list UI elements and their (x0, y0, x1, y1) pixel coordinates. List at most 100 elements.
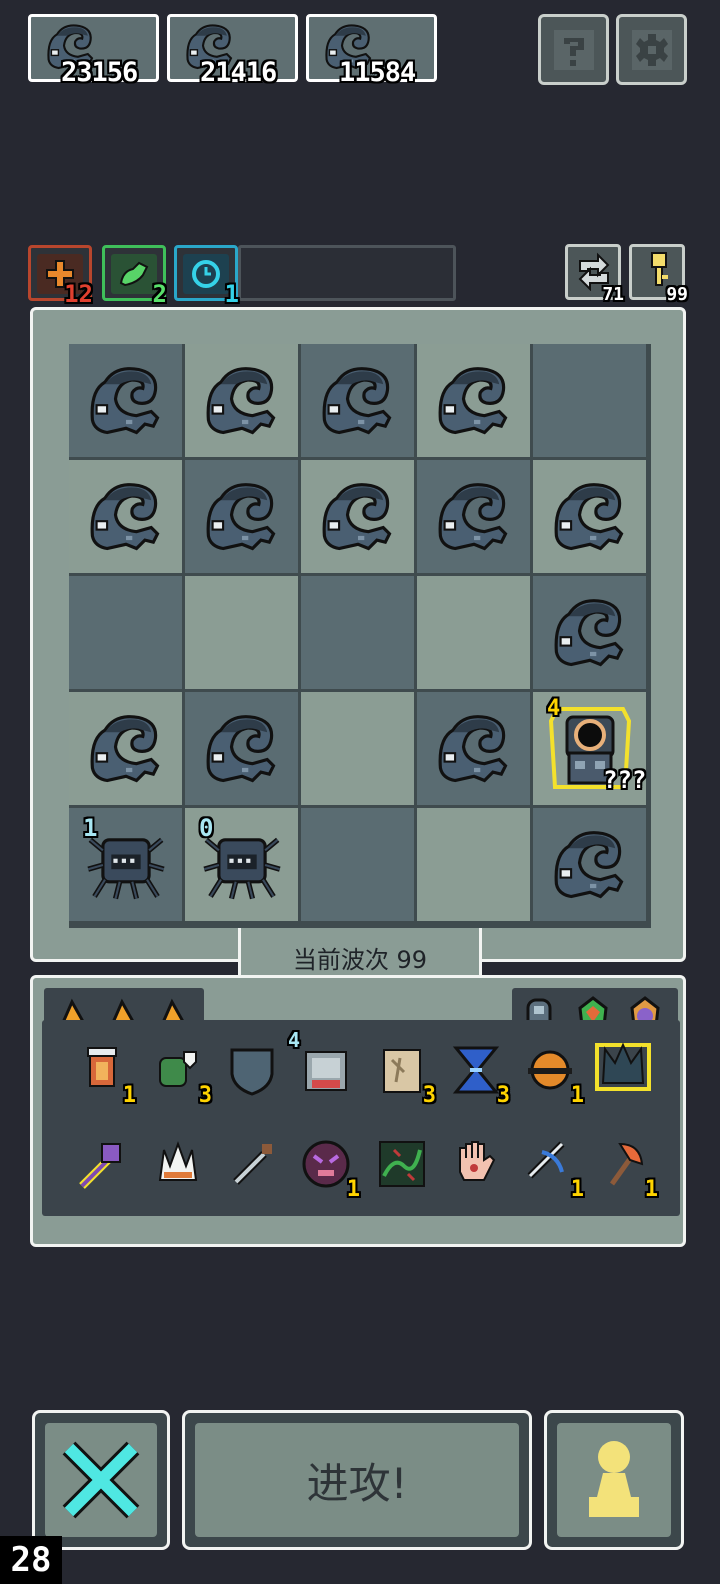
item-badge: 4 (288, 1028, 301, 1052)
item-claw[interactable] (146, 1132, 210, 1196)
inventory-items: 1 3 4 3 3 1 1 1 1 (42, 1020, 680, 1216)
board-cell[interactable] (301, 808, 414, 921)
item-vine[interactable] (370, 1132, 434, 1196)
board-cell[interactable] (185, 344, 298, 457)
goblin-icon (159, 1051, 197, 1087)
blob-enemy-icon (322, 366, 391, 434)
board-cell[interactable] (69, 344, 182, 457)
resource-card-1: 23156 (28, 14, 159, 88)
lantern-icon (87, 1047, 117, 1087)
key-counter[interactable]: 99 (629, 244, 688, 305)
board-cell[interactable] (417, 576, 530, 689)
sword-icon (233, 1144, 272, 1185)
cancel-button[interactable] (32, 1410, 170, 1550)
board-cell[interactable] (417, 692, 530, 805)
item-shield[interactable] (220, 1038, 284, 1102)
board-cell[interactable]: 0 (185, 808, 298, 921)
hero-button[interactable] (544, 1410, 684, 1550)
board-cell[interactable] (301, 576, 414, 689)
item-hourglass[interactable]: 3 (444, 1038, 510, 1108)
board-cell[interactable] (533, 460, 646, 573)
hourglass-icon (452, 1046, 500, 1094)
board-cell[interactable] (185, 460, 298, 573)
board-cell[interactable] (185, 692, 298, 805)
board-cell[interactable] (301, 344, 414, 457)
shield-icon (230, 1048, 274, 1096)
leaf-icon (111, 254, 157, 294)
blob-enemy-icon (206, 482, 275, 550)
item-crown[interactable] (590, 1034, 656, 1100)
blob-enemy-icon (438, 714, 507, 782)
item-count: 1 (122, 1083, 136, 1108)
resource-count: 11584 (339, 57, 416, 88)
board-cell[interactable] (533, 344, 646, 457)
buff-count: 1 (224, 280, 239, 308)
board-grid: 4 ??? 1 0 (69, 344, 651, 928)
buff-attack[interactable]: 12 (28, 245, 93, 308)
staff-icon (79, 1143, 121, 1189)
board-cell[interactable] (301, 460, 414, 573)
axe-icon (609, 1142, 644, 1186)
gate-icon (305, 1051, 347, 1091)
scroll-icon (383, 1049, 421, 1093)
board-cell[interactable]: 1 (69, 808, 182, 921)
item-axe[interactable]: 1 (592, 1132, 658, 1202)
board-cell[interactable] (185, 576, 298, 689)
item-crossbow[interactable]: 1 (518, 1132, 584, 1202)
claw-icon (158, 1141, 198, 1181)
settings-button[interactable] (616, 14, 687, 85)
blob-enemy-icon (554, 830, 623, 898)
blob-enemy-icon (438, 482, 507, 550)
orb-icon (528, 1050, 572, 1090)
board-cell[interactable] (301, 692, 414, 805)
hero-button-face (557, 1423, 671, 1537)
item-goblin[interactable]: 3 (146, 1038, 212, 1108)
board-cell[interactable] (417, 808, 530, 921)
blob-enemy-icon (206, 714, 275, 782)
item-gate[interactable]: 4 (288, 1028, 358, 1102)
board-cell[interactable] (417, 344, 530, 457)
cross-swords-icon (62, 1441, 140, 1519)
board-cell[interactable] (69, 576, 182, 689)
help-button[interactable] (538, 14, 609, 85)
item-scroll[interactable]: 3 (370, 1038, 436, 1108)
item-sword[interactable] (220, 1132, 284, 1196)
resource-card-2: 21416 (167, 14, 298, 88)
pawn-icon (589, 1441, 639, 1517)
question-icon (553, 29, 594, 70)
buff-track (238, 245, 456, 301)
item-count: 1 (570, 1177, 584, 1202)
item-orb[interactable]: 1 (518, 1038, 584, 1108)
refresh-counter[interactable]: 71 (565, 244, 624, 305)
attack-button[interactable]: 进攻! (182, 1410, 532, 1550)
board-cell[interactable] (69, 460, 182, 573)
fps-counter: 28 (0, 1536, 62, 1584)
item-staff[interactable] (70, 1132, 134, 1196)
blob-enemy-icon (90, 366, 159, 434)
refresh-count: 71 (602, 284, 624, 305)
buff-heal[interactable]: 2 (102, 245, 167, 308)
palm-icon (459, 1141, 496, 1181)
board-cell[interactable] (533, 576, 646, 689)
boss-hp: ??? (603, 766, 647, 794)
board-cell[interactable] (533, 808, 646, 921)
board-cell[interactable]: 4 ??? (533, 692, 646, 805)
item-demon[interactable]: 1 (294, 1132, 360, 1202)
key-count: 99 (666, 284, 688, 305)
item-count: 1 (346, 1177, 360, 1202)
board-cell[interactable] (69, 692, 182, 805)
blob-enemy-icon (554, 482, 623, 550)
board-cell[interactable] (417, 460, 530, 573)
item-lantern[interactable]: 1 (70, 1038, 136, 1108)
vine-icon (379, 1141, 425, 1187)
item-count: 3 (496, 1083, 510, 1108)
spider-counter: 1 (83, 814, 98, 842)
item-count: 3 (198, 1083, 212, 1108)
item-count: 1 (570, 1083, 584, 1108)
blob-enemy-icon (438, 366, 507, 434)
buff-time[interactable]: 1 (174, 245, 239, 308)
cancel-button-face (45, 1423, 157, 1537)
resource-count: 21416 (200, 57, 277, 88)
buff-count: 2 (152, 280, 167, 308)
item-palm[interactable] (444, 1132, 508, 1196)
